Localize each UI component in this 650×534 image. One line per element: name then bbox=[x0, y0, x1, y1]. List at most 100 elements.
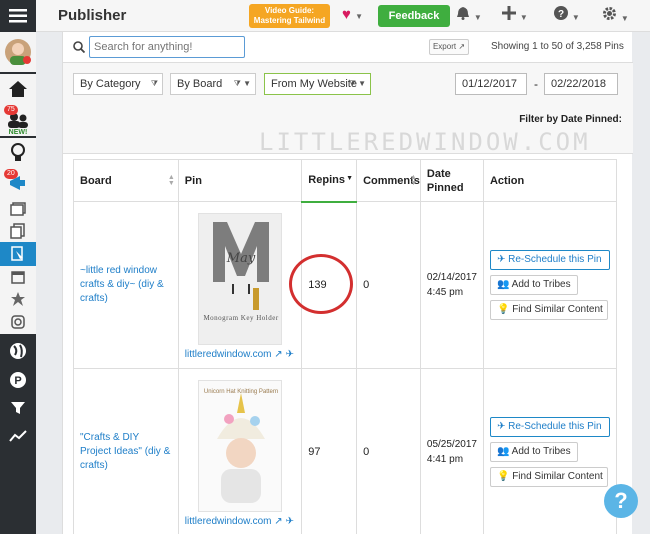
add-menu[interactable]: ▼ bbox=[502, 6, 528, 23]
sidebar-item-publisher[interactable] bbox=[0, 242, 36, 266]
pin-site-row: littleredwindow.com ↗ ✈ bbox=[185, 516, 296, 531]
board-filter[interactable]: By Board ⧩ ▼ bbox=[170, 73, 256, 95]
video-guide-button[interactable]: Video Guide: Mastering Tailwind bbox=[249, 4, 330, 28]
pin-cell: May Monogram Key Holder littleredwindow.… bbox=[177, 201, 303, 369]
category-filter[interactable]: By Category ⧩ bbox=[73, 73, 163, 95]
sidebar-item-pinterest[interactable]: P bbox=[0, 366, 36, 394]
feedback-button[interactable]: Feedback bbox=[378, 5, 450, 27]
sidebar-item-home[interactable] bbox=[0, 74, 36, 104]
column-header-board[interactable]: Board ▲ ▼ bbox=[73, 159, 179, 202]
funnel-icon bbox=[11, 402, 25, 414]
home-icon bbox=[9, 81, 27, 97]
column-header-label: Date Pinned bbox=[426, 167, 464, 194]
help-chat-button[interactable]: ? bbox=[604, 484, 638, 518]
column-header-label: Action bbox=[489, 174, 525, 187]
find-similar-content-button[interactable]: 💡 Find Similar Content bbox=[489, 300, 608, 320]
comments-cell: 0 bbox=[356, 201, 421, 369]
add-to-tribes-button[interactable]: 👥 Add to Tribes bbox=[489, 275, 578, 295]
bell-icon bbox=[457, 7, 469, 20]
action-cell: ✈ Re-Schedule this Pin 👥 Add to Tribes 💡… bbox=[482, 201, 618, 369]
board-link[interactable]: "Crafts & DIY Project Ideas" (diy & craf… bbox=[80, 432, 170, 471]
sidebar-item-favorites[interactable] bbox=[0, 288, 36, 310]
pin-site-link[interactable]: littleredwindow.com bbox=[185, 516, 272, 527]
sidebar-item-drafts[interactable] bbox=[0, 198, 36, 220]
external-link-icon: ↗ bbox=[458, 42, 466, 51]
svg-text:P: P bbox=[14, 375, 21, 387]
date-cell: 05/25/2017 4:41 pm bbox=[419, 368, 484, 534]
pin-image[interactable]: Unicorn Hat Knitting Pattern bbox=[198, 379, 283, 512]
lightbulb-icon: 💡 bbox=[496, 471, 510, 482]
pins-table: Board ▲ ▼ Pin Repins ▼ Comments ▲ ▼ Date Pinn… bbox=[73, 159, 618, 534]
date-to-input[interactable]: 02/22/2018 bbox=[544, 73, 618, 95]
pin-icon[interactable]: ✈ bbox=[285, 349, 293, 360]
pin-site-row: littleredwindow.com ↗ ✈ bbox=[185, 349, 296, 364]
help-menu[interactable]: ? ▼ bbox=[554, 6, 580, 23]
sidebar-item-analytics[interactable] bbox=[0, 422, 36, 450]
pin-image[interactable]: May Monogram Key Holder bbox=[198, 212, 283, 345]
pinterest-icon: P bbox=[10, 372, 26, 388]
gear-icon bbox=[603, 7, 616, 20]
sort-icon: ▲ ▼ bbox=[167, 173, 175, 187]
column-header-date-pinned[interactable]: Date Pinned bbox=[419, 159, 484, 202]
sidebar-item-discover[interactable] bbox=[0, 336, 36, 366]
repins-cell: 97 bbox=[301, 368, 358, 534]
add-to-tribes-label: Add to Tribes bbox=[511, 446, 571, 457]
video-guide-line1: Video Guide: bbox=[264, 6, 315, 15]
date-range-dash: - bbox=[534, 77, 538, 91]
reschedule-pin-button[interactable]: ✈ Re-Schedule this Pin bbox=[489, 250, 610, 270]
time-value: 4:45 pm bbox=[426, 287, 464, 298]
pin-site-link[interactable]: littleredwindow.com bbox=[185, 349, 272, 360]
find-similar-content-button[interactable]: 💡 Find Similar Content bbox=[489, 467, 608, 487]
search-input[interactable] bbox=[89, 36, 245, 58]
action-cell: ✈ Re-Schedule this Pin 👥 Add to Tribes 💡… bbox=[482, 368, 618, 534]
page-title: Publisher bbox=[58, 7, 127, 24]
chevron-down-icon: ▼ bbox=[620, 14, 629, 23]
add-to-tribes-button[interactable]: 👥 Add to Tribes bbox=[489, 442, 578, 462]
star-icon bbox=[11, 292, 25, 306]
filter-icon: ⧩ ▼ bbox=[233, 79, 251, 88]
column-header-label: Repins bbox=[308, 174, 345, 187]
board-link[interactable]: ~little red window crafts & diy~ (diy & … bbox=[80, 265, 164, 304]
sidebar-item-insights[interactable] bbox=[0, 138, 36, 168]
settings-menu[interactable]: ▼ bbox=[602, 6, 629, 24]
column-header-action: Action bbox=[482, 159, 618, 202]
website-filter[interactable]: From My Website ⧩ ▼ bbox=[264, 73, 371, 95]
heart-menu[interactable]: ♥ ▼ bbox=[342, 6, 363, 23]
find-similar-content-label: Find Similar Content bbox=[512, 304, 603, 315]
sidebar: 75 NEW! 20 P bbox=[0, 0, 36, 534]
watermark: LITTLEREDWINDOW.COM bbox=[259, 128, 591, 156]
filter-icon: ⧩ ▼ bbox=[348, 79, 366, 88]
external-link-icon[interactable]: ↗ bbox=[274, 516, 282, 527]
filter-icon: ⧩ bbox=[150, 79, 158, 88]
sidebar-item-board-lists[interactable] bbox=[0, 220, 36, 242]
plus-icon bbox=[502, 6, 516, 20]
export-label: Export bbox=[432, 42, 457, 51]
column-header-repins[interactable]: Repins ▼ bbox=[301, 159, 358, 203]
reschedule-pin-button[interactable]: ✈ Re-Schedule this Pin bbox=[489, 417, 610, 437]
avatar[interactable] bbox=[0, 32, 36, 72]
svg-text:?: ? bbox=[558, 9, 564, 20]
hamburger-menu-button[interactable] bbox=[0, 0, 36, 32]
sidebar-item-calendar[interactable] bbox=[0, 266, 36, 288]
sidebar-item-promote[interactable]: 20 bbox=[0, 168, 36, 198]
column-header-comments[interactable]: Comments ▲ ▼ bbox=[356, 159, 421, 202]
time-value: 4:41 pm bbox=[426, 454, 464, 465]
publisher-panel: Export ↗ Showing 1 to 50 of 3,258 Pins B… bbox=[62, 32, 633, 534]
pin-icon[interactable]: ✈ bbox=[285, 516, 293, 527]
sidebar-item-filter[interactable] bbox=[0, 394, 36, 422]
external-link-icon[interactable]: ↗ bbox=[274, 349, 282, 360]
board-cell: "Crafts & DIY Project Ideas" (diy & craf… bbox=[73, 368, 179, 534]
promote-badge: 20 bbox=[4, 169, 18, 179]
export-button[interactable]: Export ↗ bbox=[429, 39, 469, 55]
new-label: NEW! bbox=[8, 129, 28, 136]
sidebar-item-tribes[interactable]: 75 NEW! bbox=[0, 104, 36, 136]
chevron-down-icon: ▼ bbox=[355, 12, 363, 21]
people-icon: 👥 bbox=[496, 279, 510, 290]
sidebar-item-instagram[interactable] bbox=[0, 310, 36, 334]
column-header-label: Board bbox=[80, 174, 112, 187]
date-from-input[interactable]: 01/12/2017 bbox=[455, 73, 527, 95]
avatar-icon bbox=[5, 39, 31, 65]
category-filter-label: By Category bbox=[80, 78, 141, 90]
notifications-menu[interactable]: ▼ bbox=[456, 6, 482, 23]
date-cell: 02/14/2017 4:45 pm bbox=[419, 201, 484, 369]
